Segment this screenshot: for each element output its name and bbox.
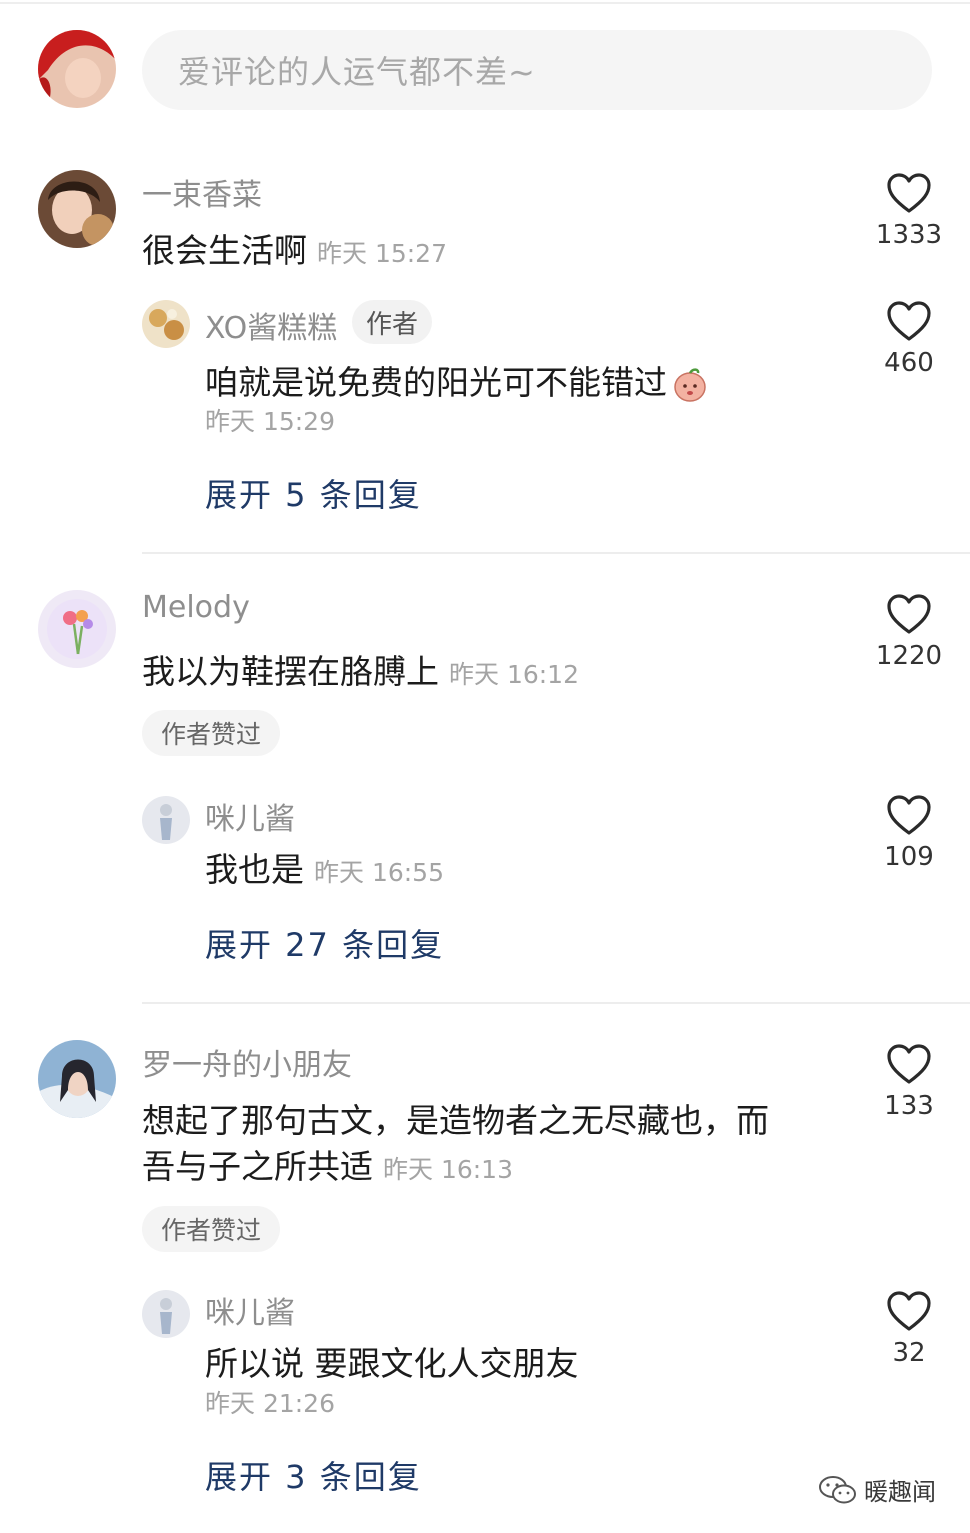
reply-avatar[interactable] [142, 1290, 190, 1338]
my-avatar[interactable] [38, 30, 116, 108]
reply-like-button[interactable]: 109 [869, 794, 949, 872]
reply-body: 我也是 [205, 850, 304, 889]
heart-icon [887, 301, 931, 341]
like-count: 133 [884, 1091, 934, 1121]
thread-divider [142, 1002, 970, 1004]
reply-text: 我也是 昨天 16:55 [205, 843, 444, 891]
like-button[interactable]: 133 [869, 1043, 949, 1121]
expand-replies-button[interactable]: 展开 3 条回复 [205, 1452, 422, 1498]
reply-time: 昨天 15:29 [205, 407, 335, 436]
comment-username[interactable]: 一束香菜 [142, 170, 262, 214]
expand-replies-button[interactable]: 展开 27 条回复 [205, 920, 444, 966]
expand-replies-button[interactable]: 展开 5 条回复 [205, 470, 422, 516]
avatar[interactable] [38, 1040, 116, 1118]
like-count: 460 [884, 348, 934, 378]
reply-avatar[interactable] [142, 796, 190, 844]
like-button[interactable]: 1220 [869, 593, 949, 671]
heart-icon [887, 1291, 931, 1331]
comment-input-placeholder: 爱评论的人运气都不差~ [178, 53, 536, 91]
like-button[interactable]: 1333 [869, 172, 949, 250]
comment-body: 我以为鞋摆在胳膊上 [142, 652, 439, 691]
heart-icon [887, 594, 931, 634]
comment-time: 昨天 16:12 [449, 660, 579, 689]
comment-time: 昨天 15:27 [317, 239, 447, 268]
comment-text: 我以为鞋摆在胳膊上 昨天 16:12 [142, 645, 579, 693]
reply-username[interactable]: 咪儿酱 [205, 794, 295, 838]
like-count: 109 [884, 842, 934, 872]
comment-body: 吾与子之所共适 [142, 1147, 373, 1186]
heart-icon [887, 1044, 931, 1084]
like-count: 32 [892, 1338, 926, 1368]
avatar[interactable] [38, 590, 116, 668]
author-liked-tag: 作者赞过 [142, 1206, 280, 1252]
like-count: 1333 [875, 220, 943, 250]
thread-divider [142, 552, 970, 554]
like-count: 1220 [875, 641, 943, 671]
comment-text-line2: 吾与子之所共适 昨天 16:13 [142, 1140, 513, 1188]
reply-avatar[interactable] [142, 300, 190, 348]
wechat-icon [819, 1475, 856, 1503]
heart-icon [887, 795, 931, 835]
heart-icon [887, 173, 931, 213]
watermark: 暖趣闻 [818, 1472, 936, 1507]
comment-username[interactable]: Melody [142, 590, 250, 625]
top-divider [0, 2, 970, 4]
author-liked-tag: 作者赞过 [142, 710, 280, 756]
reply-time: 昨天 16:55 [314, 858, 444, 887]
reply-username[interactable]: XO酱糕糕 [205, 303, 337, 347]
comment-time: 昨天 16:13 [383, 1155, 513, 1184]
comment-username[interactable]: 罗一舟的小朋友 [142, 1040, 352, 1084]
watermark-text: 暖趣闻 [864, 1478, 936, 1506]
peach-emoji-icon [674, 367, 706, 402]
comment-input[interactable]: 爱评论的人运气都不差~ [142, 30, 932, 110]
comment-text-line1: 想起了那句古文，是造物者之无尽藏也，而 [142, 1101, 769, 1140]
reply-username[interactable]: 咪儿酱 [205, 1288, 295, 1332]
reply-body: 咱就是说免费的阳光可不能错过 [205, 363, 667, 402]
author-tag: 作者 [352, 300, 432, 344]
reply-time: 昨天 21:26 [205, 1389, 335, 1418]
comment-body: 很会生活啊 [142, 231, 307, 270]
comment-text: 很会生活啊 昨天 15:27 [142, 224, 447, 272]
reply-like-button[interactable]: 32 [869, 1290, 949, 1368]
reply-text: 所以说 要跟文化人交朋友 [205, 1344, 579, 1383]
reply-text: 咱就是说免费的阳光可不能错过 [205, 356, 709, 404]
avatar[interactable] [38, 170, 116, 248]
reply-like-button[interactable]: 460 [869, 300, 949, 378]
